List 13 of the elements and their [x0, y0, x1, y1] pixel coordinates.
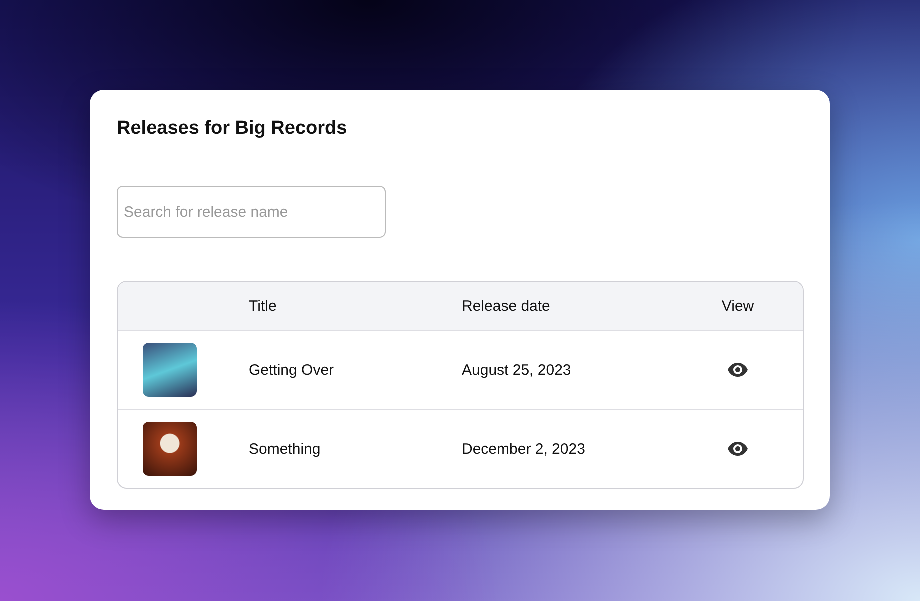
search-field[interactable]: Search for release name: [117, 186, 386, 238]
table-cell-text: Getting Over: [249, 362, 336, 378]
column-header: Title: [249, 298, 278, 314]
column-header: View: [720, 298, 756, 314]
album-art-placeholder: [143, 422, 197, 476]
column-header: Release date: [462, 298, 552, 314]
table-cell-text: December 2, 2023: [462, 440, 586, 458]
album-art-placeholder: [143, 343, 197, 397]
table-cell-text: August 25, 2023: [462, 362, 572, 378]
table-cell-text: Something: [249, 440, 322, 458]
page-title: Releases for Big Records: [117, 117, 348, 141]
eye-icon[interactable]: [728, 363, 748, 377]
eye-icon[interactable]: [728, 442, 748, 456]
